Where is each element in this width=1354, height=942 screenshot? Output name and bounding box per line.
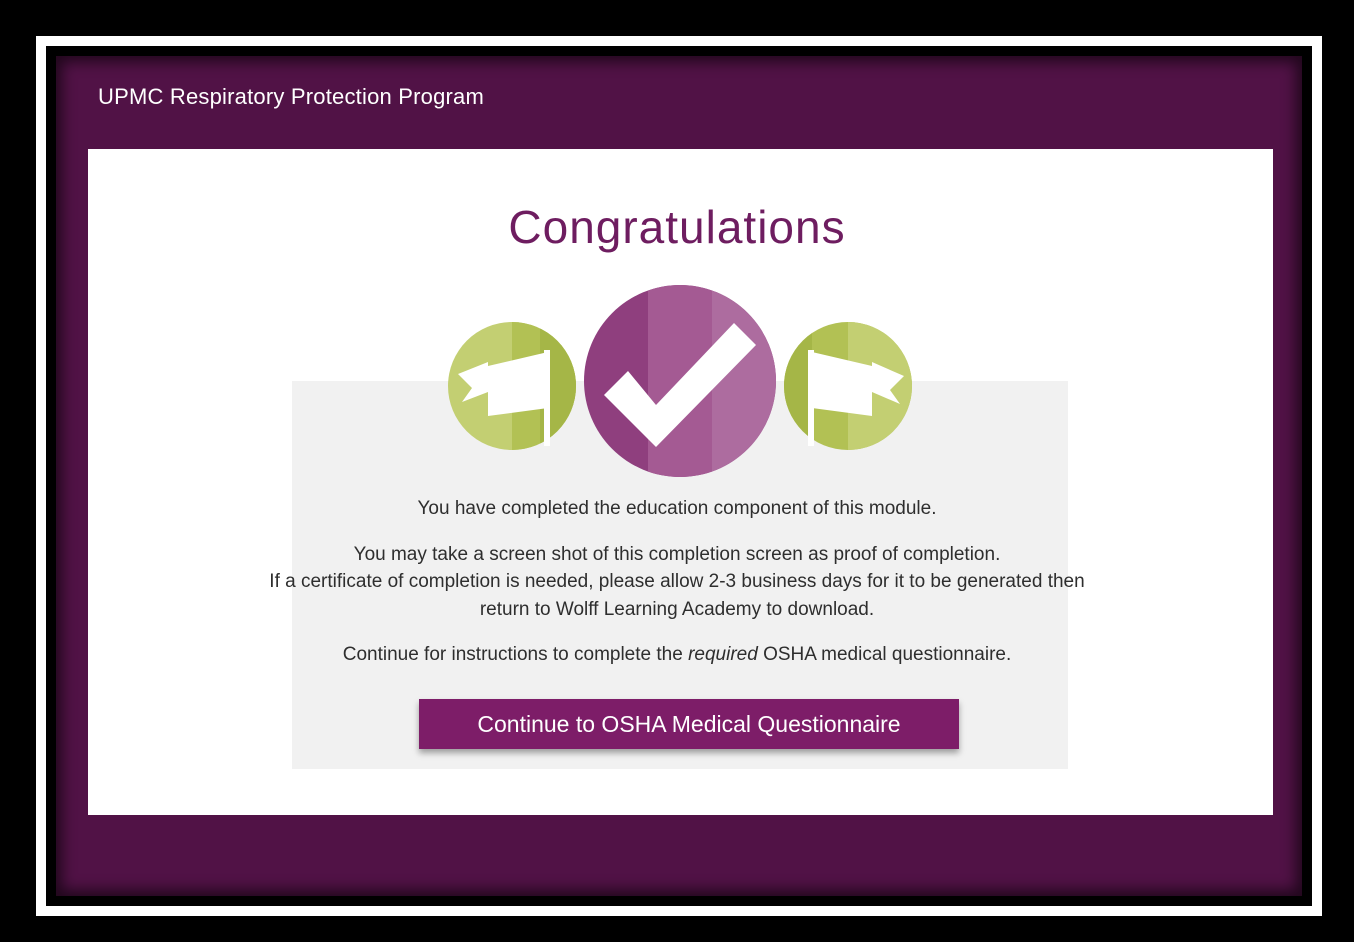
checkmark-icon <box>584 285 776 477</box>
screenshot-note: You may take a screen shot of this compl… <box>353 544 1001 565</box>
continue-button[interactable]: Continue to OSHA Medical Questionnaire <box>419 699 959 749</box>
instructions-suffix: OSHA medical questionnaire. <box>763 644 1012 665</box>
instructions-emphasis: required <box>688 644 758 665</box>
certificate-note: If a certificate of completion is needed… <box>269 571 1085 592</box>
flag-icon <box>448 322 576 450</box>
flag-icon <box>784 322 912 450</box>
certificate-note-continued: return to Wolff Learning Academy to down… <box>479 599 875 620</box>
app-title: UPMC Respiratory Protection Program <box>98 84 485 109</box>
instructions-note: Continue for instructions to complete th… <box>0 641 1354 668</box>
completion-message: You have completed the education compone… <box>417 498 937 519</box>
instructions-prefix: Continue for instructions to complete th… <box>342 644 683 665</box>
page-title: Congratulations <box>508 201 846 253</box>
